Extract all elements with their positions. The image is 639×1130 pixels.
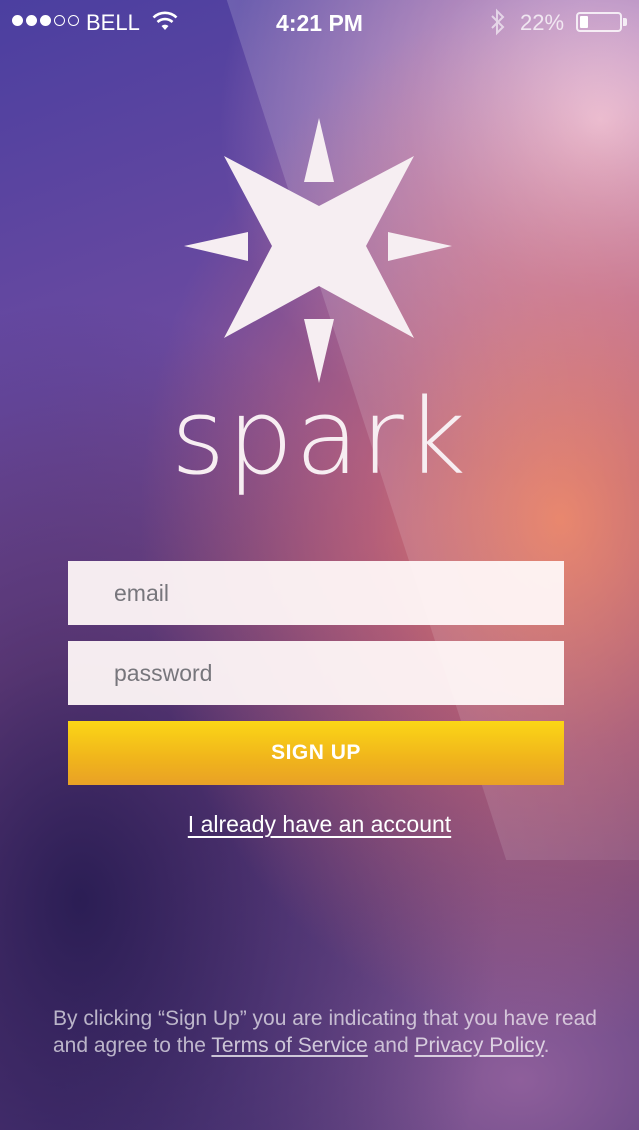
legal-text: and (367, 1033, 415, 1057)
spark-star-logo-icon (184, 118, 452, 383)
legal-disclaimer: By clicking “Sign Up” you are indicating… (53, 1006, 613, 1059)
sign-up-button[interactable]: SIGN UP (68, 721, 564, 785)
battery-level (580, 16, 588, 28)
battery-tip (623, 18, 627, 26)
email-field[interactable] (68, 561, 564, 625)
status-bar: BELL 4:21 PM 22% (0, 0, 639, 44)
terms-of-service-link[interactable]: Terms of Service (211, 1034, 367, 1057)
signup-screen: BELL 4:21 PM 22% spark email SIGN UP I a… (0, 0, 639, 1130)
already-have-account-link[interactable]: I already have an account (0, 811, 639, 838)
battery-percentage: 22% (520, 10, 565, 35)
battery-icon (576, 12, 622, 32)
brand-wordmark: spark (171, 376, 468, 498)
password-field[interactable] (68, 641, 564, 705)
legal-text: . (543, 1033, 550, 1057)
bluetooth-icon (491, 8, 505, 36)
privacy-policy-link[interactable]: Privacy Policy (415, 1034, 544, 1057)
